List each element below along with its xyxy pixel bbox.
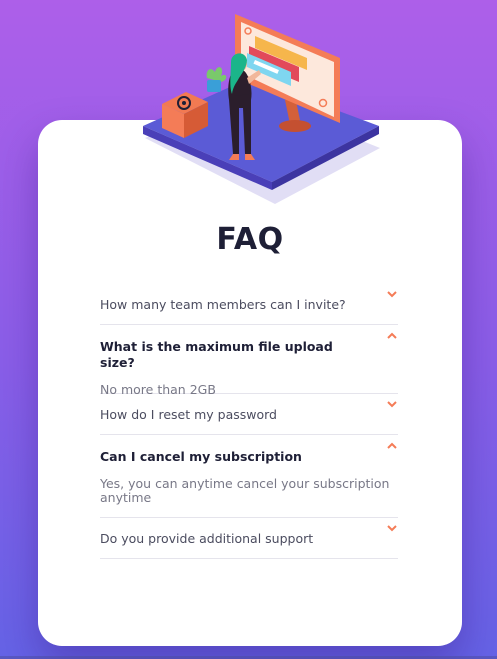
chevron-up-icon[interactable] (386, 441, 398, 451)
faq-question[interactable]: Can I cancel my subscription (100, 449, 322, 465)
faq-question-row[interactable]: Can I cancel my subscription (100, 442, 398, 465)
faq-question[interactable]: How do I reset my password (100, 407, 297, 423)
chevron-down-icon[interactable] (386, 289, 398, 299)
faq-question-row[interactable]: Do you provide additional support (100, 525, 398, 547)
faq-item[interactable]: How many team members can I invite? (100, 284, 398, 325)
faq-question[interactable]: What is the maximum file upload size? (100, 339, 386, 371)
chevron-up-icon[interactable] (386, 331, 398, 341)
chevron-down-icon[interactable] (386, 523, 398, 533)
faq-answer: Yes, you can anytime cancel your subscri… (100, 476, 390, 505)
faq-item[interactable]: How do I reset my password (100, 394, 398, 435)
faq-question[interactable]: Do you provide additional support (100, 531, 333, 547)
faq-question-row[interactable]: How do I reset my password (100, 401, 398, 423)
faq-item[interactable]: What is the maximum file upload size? No… (100, 325, 398, 397)
chevron-down-icon[interactable] (386, 399, 398, 409)
faq-list: How many team members can I invite? What… (100, 284, 398, 559)
woman-at-monitor-illustration (143, 14, 380, 204)
page-title: FAQ (216, 222, 284, 257)
faq-item[interactable]: Can I cancel my subscription Yes, you ca… (100, 435, 398, 518)
faq-question[interactable]: How many team members can I invite? (100, 297, 366, 313)
faq-question-row[interactable]: What is the maximum file upload size? (100, 332, 398, 371)
faq-question-row[interactable]: How many team members can I invite? (100, 291, 398, 313)
faq-item[interactable]: Do you provide additional support (100, 518, 398, 559)
